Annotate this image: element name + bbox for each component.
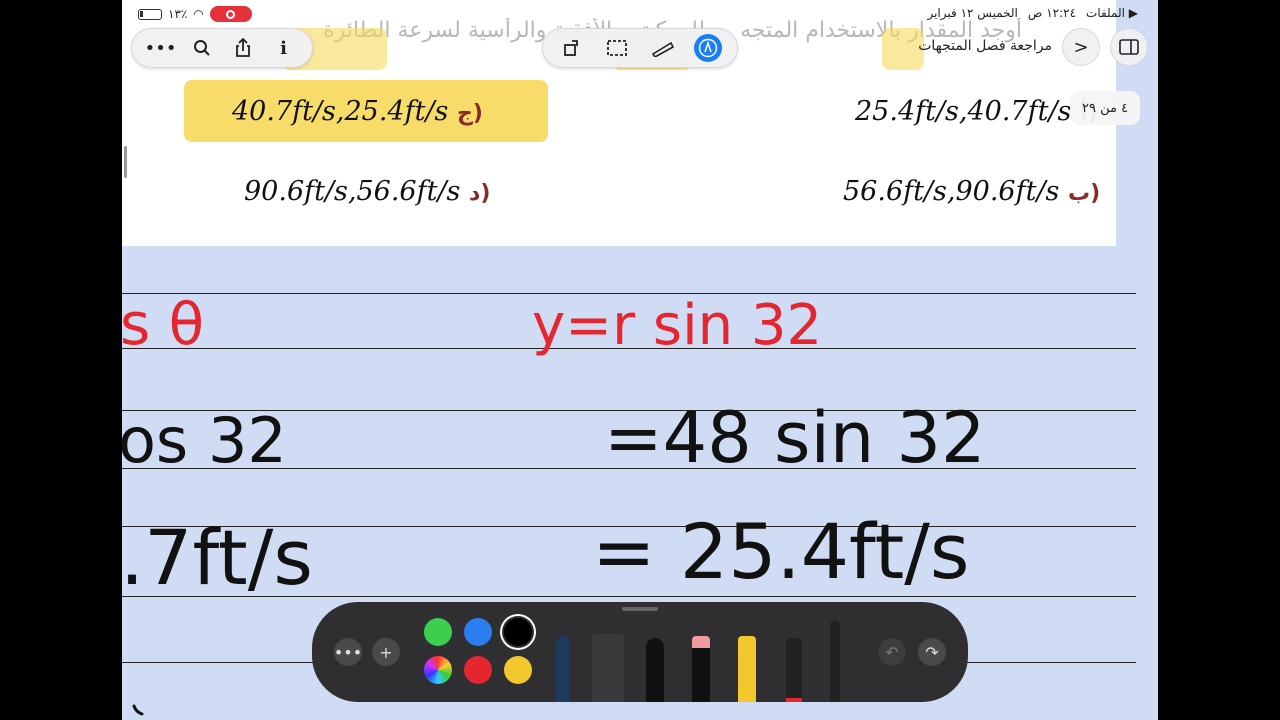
eraser-tool[interactable] bbox=[692, 636, 710, 702]
status-date: الخميس ١٢ فبراير bbox=[927, 6, 1018, 20]
option-a: 25.4ft/s,40.7ft/s أ) bbox=[855, 96, 1098, 127]
hw-line2-left: os 32 bbox=[122, 404, 287, 477]
brush-tool[interactable] bbox=[646, 638, 664, 702]
drawing-palette: ••• + ↶ ↷ bbox=[312, 602, 968, 702]
page-indicator: ٤ من ٢٩ bbox=[1070, 91, 1140, 125]
color-black-selected[interactable] bbox=[504, 618, 532, 646]
pen-tool[interactable] bbox=[556, 636, 570, 702]
search-icon[interactable] bbox=[188, 34, 216, 62]
hw-line1-left: s θ bbox=[122, 290, 204, 358]
palette-add-button[interactable]: + bbox=[372, 638, 400, 666]
color-yellow[interactable] bbox=[504, 656, 532, 684]
color-green[interactable] bbox=[424, 618, 452, 646]
color-red[interactable] bbox=[464, 656, 492, 684]
sidebar-toggle-icon[interactable] bbox=[1110, 28, 1148, 66]
redo-icon[interactable]: ↷ bbox=[918, 638, 946, 666]
ruler-tool[interactable] bbox=[592, 634, 624, 702]
scrollbar[interactable] bbox=[124, 146, 127, 178]
markup-toolbar bbox=[542, 28, 738, 68]
document-title[interactable]: مراجعة فصل المتجهات bbox=[918, 38, 1052, 54]
status-left: ١٣٪ ◠ bbox=[138, 6, 252, 22]
battery-percent: ١٣٪ bbox=[168, 7, 188, 21]
pencil-tool[interactable] bbox=[830, 620, 840, 702]
selection-icon[interactable] bbox=[603, 34, 631, 62]
marker-tool[interactable] bbox=[786, 638, 802, 702]
info-icon[interactable]: i bbox=[270, 34, 298, 62]
highlighter-tool[interactable] bbox=[738, 636, 756, 702]
screen-record-icon[interactable] bbox=[209, 6, 252, 22]
color-blue[interactable] bbox=[464, 618, 492, 646]
undo-icon[interactable]: ↶ bbox=[878, 638, 906, 666]
forward-chevron-icon[interactable]: > bbox=[1062, 28, 1100, 66]
status-time: ١٢:٢٤ ص bbox=[1027, 6, 1077, 20]
hw-line3-right: = 25.4ft/s bbox=[592, 507, 969, 596]
more-icon[interactable]: ••• bbox=[145, 34, 177, 62]
hw-line1-right: y=r sin 32 bbox=[532, 293, 822, 358]
option-d: 90.6ft/s,56.6ft/s د) bbox=[244, 176, 491, 207]
hw-line3-left: .7ft/s bbox=[122, 513, 313, 602]
color-picker-wheel[interactable] bbox=[424, 656, 452, 684]
markup-pen-icon[interactable] bbox=[694, 34, 723, 62]
ruler-icon[interactable] bbox=[649, 34, 677, 62]
battery-icon bbox=[138, 8, 162, 20]
wifi-icon: ◠ bbox=[193, 7, 204, 21]
palette-more-button[interactable]: ••• bbox=[334, 638, 362, 666]
share-icon[interactable] bbox=[229, 34, 257, 62]
status-right: ▶ الملفات ١٢:٢٤ ص الخميس ١٢ فبراير bbox=[927, 6, 1138, 20]
option-c: 40.7ft/s,25.4ft/s ج) bbox=[232, 96, 483, 127]
back-to-app-link[interactable]: ▶ الملفات bbox=[1086, 6, 1138, 20]
option-b: 56.6ft/s,90.6ft/s ب) bbox=[843, 176, 1101, 207]
hw-stroke bbox=[132, 704, 144, 716]
hw-line2-right: =48 sin 32 bbox=[604, 397, 986, 479]
left-toolbar: ••• i bbox=[131, 28, 313, 68]
rotate-icon[interactable] bbox=[558, 34, 586, 62]
palette-grab-handle[interactable] bbox=[622, 607, 658, 611]
